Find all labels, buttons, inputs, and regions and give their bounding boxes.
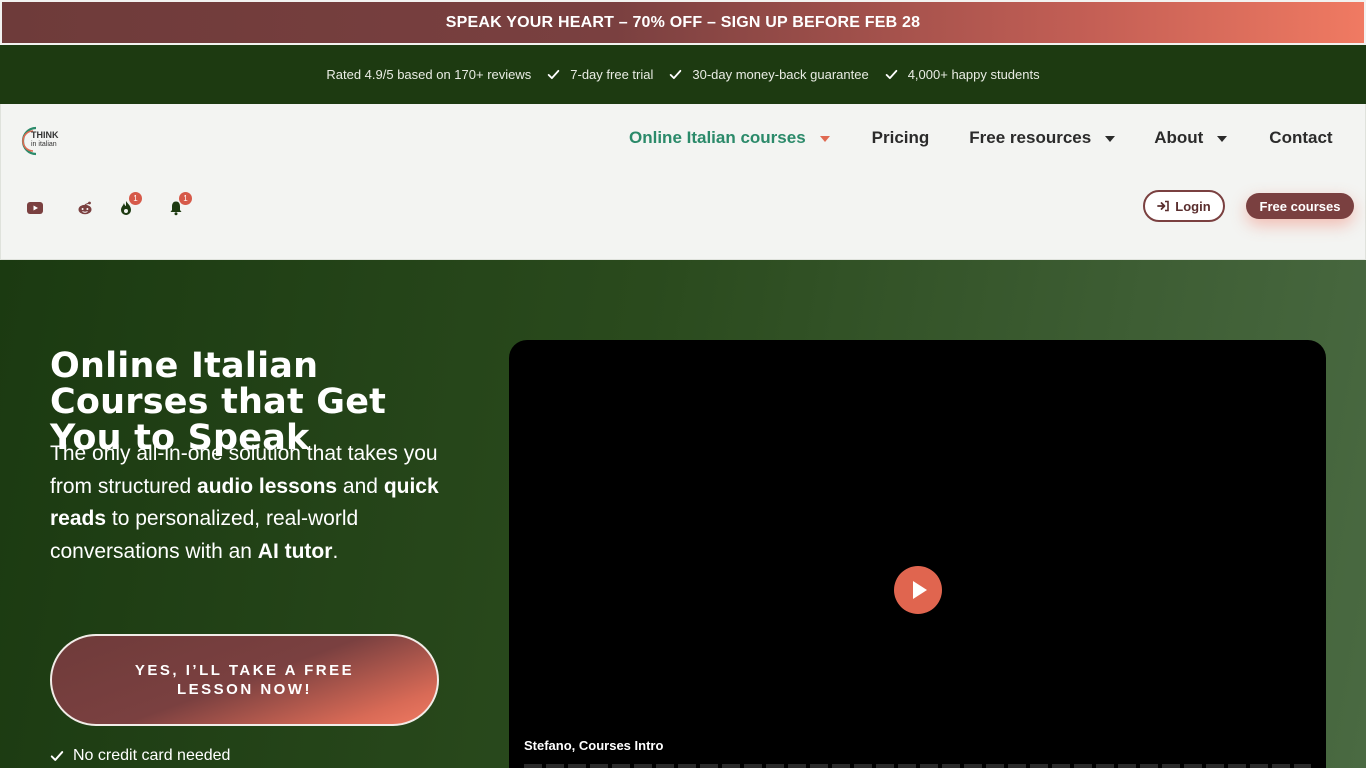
hero-sub-part: .	[332, 539, 339, 563]
play-icon	[913, 581, 927, 599]
nav-label: Free resources	[969, 128, 1092, 147]
main-nav: Online Italian courses Pricing Free reso…	[629, 128, 1333, 148]
notifications-button[interactable]: 1	[164, 192, 192, 220]
chevron-down-icon	[1217, 136, 1228, 142]
trust-bar: Rated 4.9/5 based on 170+ reviews 7-day …	[0, 45, 1366, 104]
nav-free-resources[interactable]: Free resources	[969, 128, 1116, 148]
trust-item-rating: Rated 4.9/5 based on 170+ reviews	[326, 67, 531, 82]
video-caption: Stefano, Courses Intro	[524, 738, 664, 753]
login-button[interactable]: Login	[1143, 190, 1225, 222]
nav-about[interactable]: About	[1154, 128, 1228, 148]
check-icon	[670, 69, 682, 80]
free-lesson-cta-button[interactable]: YES, I’LL TAKE A FREE LESSON NOW!	[50, 634, 439, 726]
check-icon	[50, 751, 64, 761]
logo-line-2: in italian	[31, 141, 57, 148]
no-credit-card-note: No credit card needed	[50, 747, 230, 765]
free-courses-button[interactable]: Free courses	[1246, 193, 1354, 219]
fire-badge: 1	[129, 192, 142, 205]
chevron-down-icon	[1105, 136, 1116, 142]
nav-label: Online Italian courses	[629, 128, 806, 147]
video-timeline[interactable]	[524, 764, 1311, 768]
sign-in-icon	[1157, 200, 1170, 212]
trust-item-guarantee: 30-day money-back guarantee	[669, 67, 869, 82]
nav-contact[interactable]: Contact	[1269, 128, 1332, 148]
streak-button[interactable]: 1	[114, 192, 142, 220]
no-cc-text: No credit card needed	[73, 747, 231, 764]
logo-line-1: THINK	[31, 130, 59, 140]
hero-sub-bold-audio: audio lessons	[197, 474, 338, 498]
logo-text: THINK in italian	[31, 131, 59, 149]
reddit-icon	[78, 201, 92, 215]
hero-sub-part: and	[337, 474, 384, 498]
nav-online-italian-courses[interactable]: Online Italian courses	[629, 128, 830, 148]
site-logo[interactable]: THINK in italian	[18, 124, 66, 158]
chevron-down-icon	[819, 136, 830, 142]
hero-subtitle: The only all-in-one solution that takes …	[50, 438, 450, 568]
nav-pricing[interactable]: Pricing	[872, 128, 930, 148]
hero-sub-bold-ai-tutor: AI tutor	[257, 539, 333, 563]
nav-label: About	[1154, 128, 1204, 147]
nav-label: Contact	[1269, 128, 1333, 147]
check-icon	[547, 69, 560, 80]
intro-video-player[interactable]: Stefano, Courses Intro	[509, 340, 1326, 768]
trust-text: Rated 4.9/5 based on 170+ reviews	[326, 67, 532, 82]
bell-badge: 1	[179, 192, 192, 205]
trust-text: 30-day money-back guarantee	[692, 67, 869, 82]
trust-text: 4,000+ happy students	[907, 67, 1040, 82]
reddit-link[interactable]	[73, 196, 97, 220]
nav-label: Pricing	[871, 128, 930, 147]
play-button[interactable]	[894, 566, 942, 614]
login-label: Login	[1175, 198, 1211, 214]
trust-text: 7-day free trial	[570, 67, 654, 82]
free-courses-label: Free courses	[1259, 198, 1341, 214]
trust-item-trial: 7-day free trial	[547, 67, 653, 82]
check-icon	[885, 69, 897, 80]
cta-label: YES, I’LL TAKE A FREE LESSON NOW!	[134, 662, 355, 698]
trust-item-students: 4,000+ happy students	[885, 67, 1040, 82]
promo-banner[interactable]: SPEAK YOUR HEART – 70% OFF – SIGN UP BEF…	[0, 0, 1366, 45]
promo-text: SPEAK YOUR HEART – 70% OFF – SIGN UP BEF…	[445, 13, 921, 31]
youtube-link[interactable]	[23, 196, 47, 220]
youtube-icon	[27, 202, 43, 214]
